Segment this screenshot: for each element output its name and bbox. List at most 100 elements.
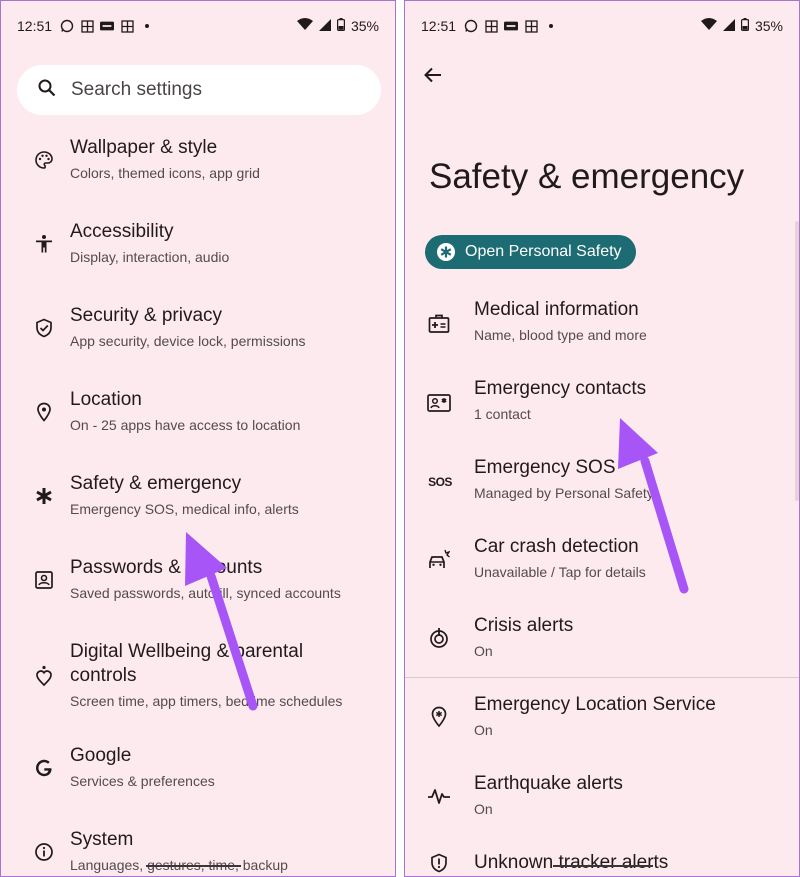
settings-item-security[interactable]: Security & privacy App security, device … — [1, 299, 395, 379]
more-dot-icon — [544, 19, 558, 33]
item-emergency-sos[interactable]: SOS Emergency SOS Managed by Personal Sa… — [405, 451, 799, 527]
medical-id-icon — [427, 313, 451, 335]
item-title: Medical information — [474, 299, 639, 320]
more-dot-icon — [140, 19, 154, 33]
settings-item-system[interactable]: System Languages, gestures, time, backup — [1, 823, 395, 876]
item-title: Earthquake alerts — [474, 773, 623, 794]
item-title: Emergency Location Service — [474, 694, 716, 715]
item-car-crash-detection[interactable]: Car crash detection Unavailable / Tap fo… — [405, 530, 799, 606]
battery-percent: 35% — [754, 18, 783, 34]
item-crisis-alerts[interactable]: Crisis alerts On — [405, 609, 799, 679]
item-subtitle: On — [474, 722, 493, 738]
settings-panel: 12:51 35% Search settings Wallpaper & st… — [0, 0, 396, 877]
item-title: Emergency contacts — [474, 378, 647, 399]
item-earthquake-alerts[interactable]: Earthquake alerts On — [405, 767, 799, 843]
settings-item-location[interactable]: Location On - 25 apps have access to loc… — [1, 383, 395, 463]
settings-item-passwords-accounts[interactable]: Passwords & accounts Saved passwords, au… — [1, 551, 395, 631]
item-title: Wallpaper & style — [70, 137, 218, 158]
item-subtitle: On - 25 apps have access to location — [70, 417, 301, 433]
battery-icon — [336, 18, 345, 34]
settings-item-wallpaper[interactable]: Wallpaper & style Colors, themed icons, … — [1, 131, 395, 211]
item-subtitle: Screen time, app timers, bedtime schedul… — [70, 693, 343, 709]
item-title: Emergency SOS — [474, 457, 616, 478]
accessibility-icon — [33, 233, 55, 255]
search-icon — [37, 78, 57, 103]
item-subtitle: Name, blood type and more — [474, 327, 647, 343]
settings-item-safety-emergency[interactable]: Safety & emergency Emergency SOS, medica… — [1, 467, 395, 547]
notification-grid-icon — [484, 19, 498, 33]
settings-item-accessibility[interactable]: Accessibility Display, interaction, audi… — [1, 215, 395, 295]
notification-grid-icon — [524, 19, 538, 33]
section-divider — [405, 677, 799, 678]
paytm-icon — [504, 19, 519, 33]
account-box-icon — [33, 569, 55, 591]
car-crash-icon — [427, 548, 451, 570]
item-title: Google — [70, 745, 132, 766]
strike-mark — [553, 865, 653, 867]
notification-grid-icon — [120, 19, 134, 33]
item-title: Crisis alerts — [474, 615, 574, 636]
location-pin-icon — [33, 401, 55, 423]
contact-card-icon — [427, 392, 451, 414]
info-icon — [33, 841, 55, 863]
item-subtitle: Services & preferences — [70, 773, 215, 789]
item-unknown-tracker-alerts[interactable]: Unknown tracker alerts — [405, 846, 799, 876]
item-title: Accessibility — [70, 221, 174, 242]
page-title: Safety & emergency — [429, 157, 745, 196]
whatsapp-icon — [464, 19, 478, 33]
item-subtitle: On — [474, 801, 493, 817]
wellbeing-icon — [33, 665, 55, 687]
item-subtitle: Unavailable / Tap for details — [474, 564, 646, 580]
wifi-icon — [700, 18, 717, 34]
safety-emergency-panel: 12:51 35% Safety & emergency Open Person… — [404, 0, 800, 877]
battery-icon — [740, 18, 749, 34]
item-title: Location — [70, 389, 142, 410]
signal-icon — [722, 18, 735, 34]
status-bar: 12:51 35% — [1, 1, 395, 51]
search-input[interactable] — [71, 79, 351, 101]
item-title: System — [70, 829, 134, 850]
item-subtitle: Display, interaction, audio — [70, 249, 230, 265]
open-personal-safety-button[interactable]: Open Personal Safety — [425, 235, 636, 269]
settings-item-google[interactable]: Google Services & preferences — [1, 739, 395, 819]
google-icon — [33, 757, 55, 779]
wifi-icon — [296, 18, 313, 34]
settings-item-digital-wellbeing[interactable]: Digital Wellbeing & parental controls Sc… — [1, 635, 395, 739]
item-title: Digital Wellbeing & parental — [70, 641, 304, 662]
item-subtitle: Emergency SOS, medical info, alerts — [70, 501, 299, 517]
status-bar: 12:51 35% — [405, 1, 799, 51]
chip-label: Open Personal Safety — [465, 243, 622, 260]
item-emergency-location-service[interactable]: Emergency Location Service On — [405, 688, 799, 764]
tracker-shield-icon — [427, 852, 451, 874]
signal-icon — [318, 18, 331, 34]
item-subtitle: 1 contact — [474, 406, 531, 422]
strike-mark — [146, 865, 241, 867]
item-medical-information[interactable]: Medical information Name, blood type and… — [405, 293, 799, 369]
palette-icon — [33, 149, 55, 171]
location-star-icon — [427, 706, 451, 728]
back-button[interactable] — [419, 63, 447, 91]
whatsapp-icon — [60, 19, 74, 33]
notification-grid-icon — [80, 19, 94, 33]
item-subtitle: On — [474, 643, 493, 659]
personal-safety-icon — [437, 243, 455, 261]
earthquake-icon — [427, 785, 451, 807]
item-title: Unknown tracker alerts — [474, 852, 669, 873]
item-title: Passwords & accounts — [70, 557, 263, 578]
scrollbar[interactable] — [795, 221, 799, 501]
item-title: Car crash detection — [474, 536, 639, 557]
item-emergency-contacts[interactable]: Emergency contacts 1 contact — [405, 372, 799, 448]
search-bar[interactable] — [17, 65, 381, 115]
sos-icon: SOS — [428, 475, 452, 489]
item-subtitle: Colors, themed icons, app grid — [70, 165, 260, 181]
item-subtitle: Managed by Personal Safety — [474, 485, 654, 501]
status-time: 12:51 — [17, 18, 53, 34]
paytm-icon — [100, 19, 115, 33]
item-subtitle: Saved passwords, autofill, synced accoun… — [70, 585, 341, 601]
status-time: 12:51 — [421, 18, 457, 34]
crisis-alert-icon — [427, 627, 451, 649]
battery-percent: 35% — [350, 18, 379, 34]
item-title: Security & privacy — [70, 305, 223, 326]
asterisk-icon — [33, 485, 55, 507]
item-title-line2: controls — [70, 665, 137, 686]
